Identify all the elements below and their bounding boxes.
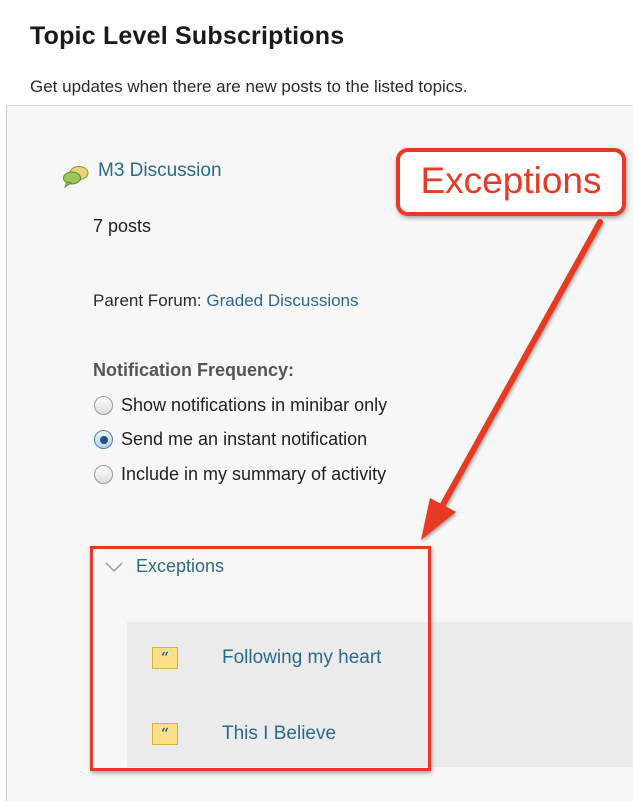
- radio-label: Include in my summary of activity: [121, 464, 387, 484]
- radio-label: Show notifications in minibar only: [121, 395, 388, 415]
- page-title: Topic Level Subscriptions: [30, 22, 345, 50]
- parent-forum-label: Parent Forum:: [93, 291, 202, 310]
- parent-forum-link[interactable]: Graded Discussions: [206, 291, 358, 310]
- radio-button[interactable]: [94, 396, 113, 415]
- annotation-callout: Exceptions: [396, 148, 626, 216]
- radio-instant-notification[interactable]: Send me an instant notification: [94, 429, 367, 450]
- notification-frequency-label: Notification Frequency:: [93, 360, 295, 380]
- page-subtitle: Get updates when there are new posts to …: [30, 77, 468, 96]
- parent-forum: Parent Forum: Graded Discussions: [93, 291, 359, 311]
- radio-button[interactable]: [94, 465, 113, 484]
- topic-link[interactable]: M3 Discussion: [98, 160, 222, 182]
- radio-minibar-only[interactable]: Show notifications in minibar only: [94, 395, 387, 416]
- annotation-highlight-box: [90, 546, 431, 771]
- radio-summary-of-activity[interactable]: Include in my summary of activity: [94, 464, 386, 485]
- discussion-bubbles-icon: [63, 166, 89, 188]
- post-count: 7 posts: [93, 216, 152, 236]
- radio-label: Send me an instant notification: [121, 429, 368, 449]
- radio-button-selected[interactable]: [94, 430, 113, 449]
- page-header: Topic Level Subscriptions Get updates wh…: [6, 0, 633, 106]
- annotation-callout-text: Exceptions: [420, 160, 602, 201]
